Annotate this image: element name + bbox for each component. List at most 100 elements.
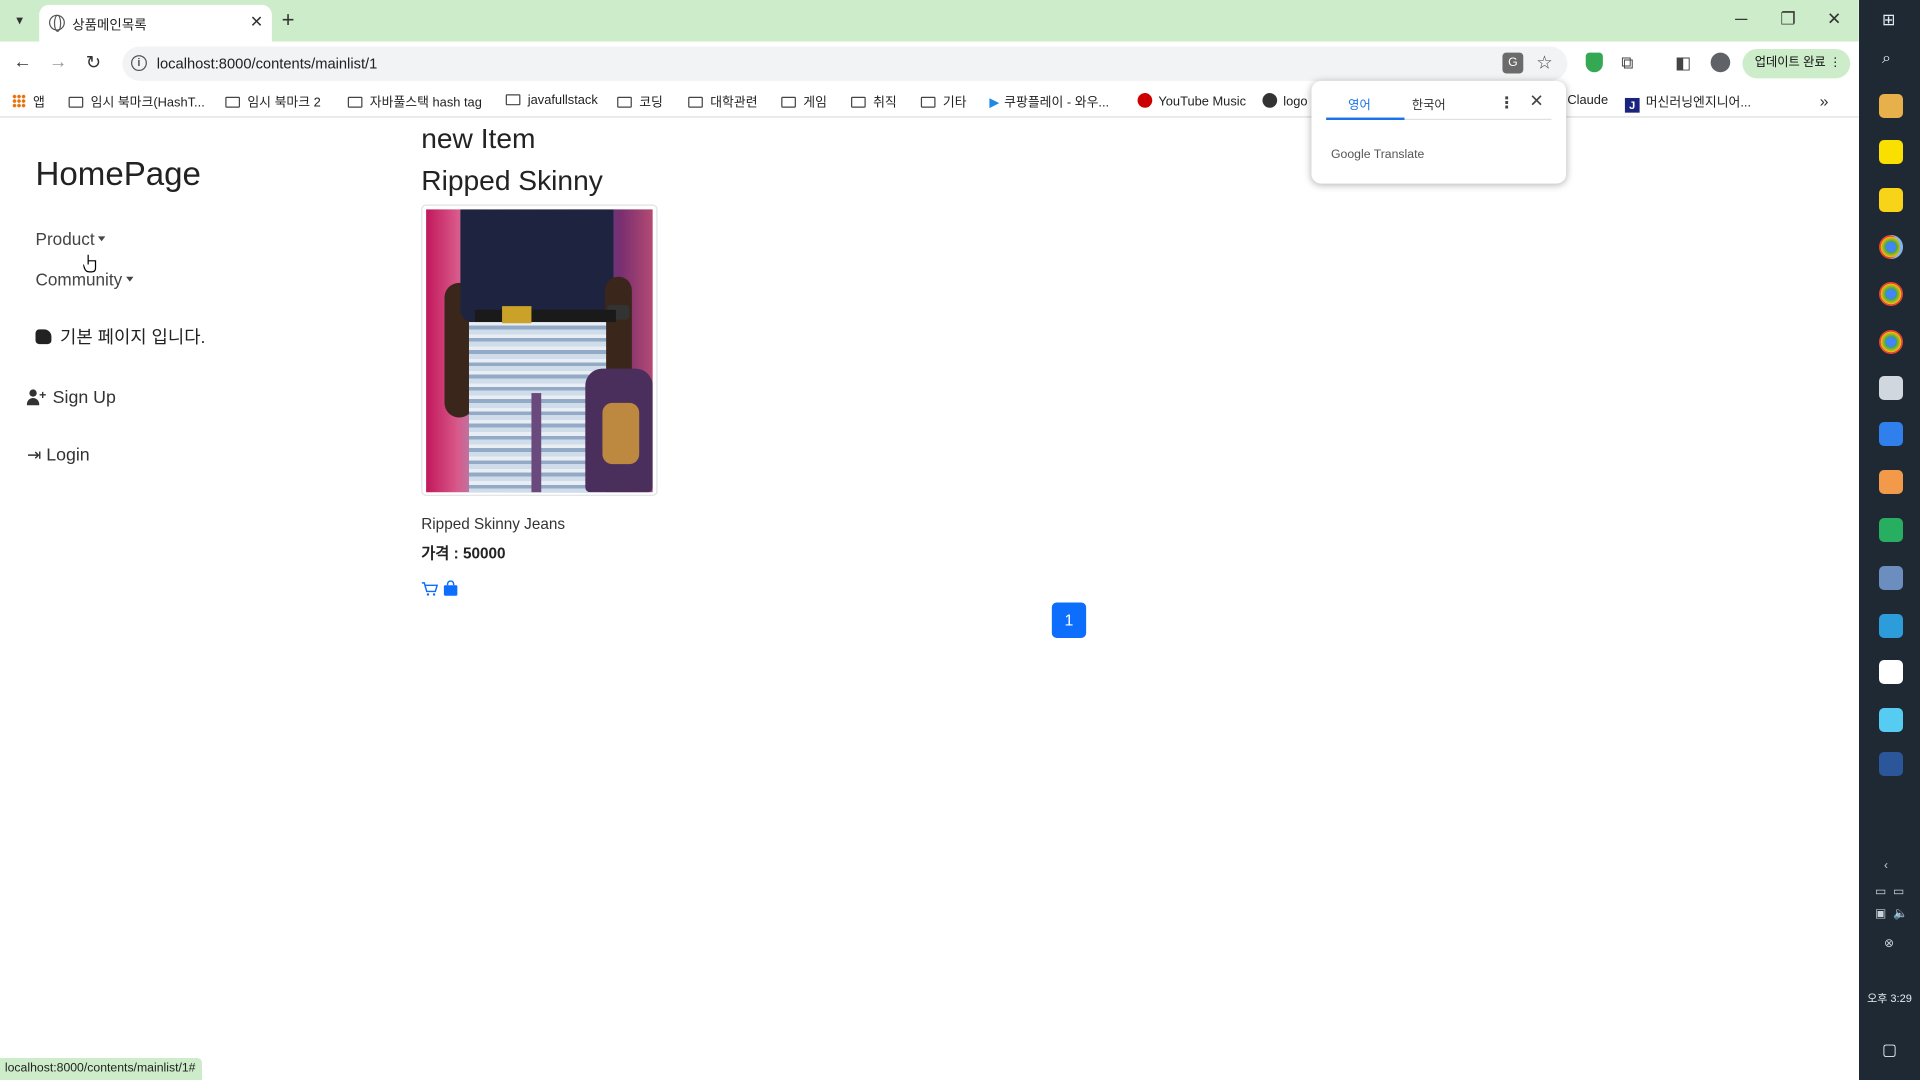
address-url[interactable]: localhost:8000/contents/mainlist/1 <box>157 55 378 72</box>
more-bookmarks-icon[interactable]: » <box>1820 92 1829 110</box>
translate-more-icon[interactable]: ⋮ <box>1499 93 1515 113</box>
bookmark-folder[interactable]: 게임 <box>781 93 827 111</box>
page-content: HomePage Product Community 기본 페이지 입니다. +… <box>0 118 1859 1080</box>
bookmark-logo[interactable]: logo <box>1262 93 1308 109</box>
translate-popup: 영어 한국어 ⋮ ✕ Google Translate <box>1311 80 1567 184</box>
shopping-bag-icon[interactable] <box>443 580 458 596</box>
close-tab-icon[interactable]: ✕ <box>250 12 263 32</box>
tab-strip: ▾ 상품메인목록 ✕ + ─ ❐ ✕ <box>0 0 1859 42</box>
product-dropdown[interactable]: Product <box>36 229 106 249</box>
pagination-page-1[interactable]: 1 <box>1051 602 1087 638</box>
product-image[interactable] <box>426 209 653 493</box>
login-icon: ⇥ <box>26 444 42 465</box>
bookmark-youtube-music[interactable]: YouTube Music <box>1137 93 1246 109</box>
shield-extension-icon[interactable] <box>1585 52 1603 73</box>
translate-icon[interactable]: G <box>1502 52 1524 74</box>
bookmark-folder[interactable]: 대학관련 <box>688 93 758 111</box>
windows-start-icon[interactable]: ⊞ <box>1882 10 1895 30</box>
file-explorer-icon[interactable] <box>1879 94 1903 118</box>
browser-toolbar: ← → ↻ i localhost:8000/contents/mainlist… <box>0 41 1859 86</box>
clock[interactable]: 오후 3:29 <box>1863 990 1916 1006</box>
folder-icon <box>851 96 866 108</box>
action-center-icon[interactable]: ▢ <box>1882 1040 1897 1060</box>
bookmark-claude[interactable]: Claude <box>1567 93 1608 108</box>
signup-link[interactable]: + Sign Up <box>26 388 116 408</box>
chevron-left-icon[interactable]: ‹ <box>1884 858 1888 872</box>
folder-icon <box>347 96 363 108</box>
minimize-button[interactable]: ─ <box>1735 9 1747 29</box>
chrome-icon[interactable] <box>1879 235 1903 259</box>
tray-icon[interactable]: ▭ <box>1875 884 1886 898</box>
layers-app-icon[interactable] <box>1879 518 1903 542</box>
tab-title: 상품메인목록 <box>72 18 147 34</box>
category-heading: Ripped Skinny <box>421 164 603 196</box>
bookmark-apps[interactable]: 앱 <box>12 93 45 111</box>
eraser-app-icon[interactable] <box>1879 708 1903 732</box>
vscode-icon[interactable] <box>1879 422 1903 446</box>
tray-icon-2[interactable]: ▭ <box>1893 884 1904 898</box>
word-icon[interactable] <box>1879 752 1903 776</box>
folder-icon <box>617 96 632 108</box>
address-bar[interactable]: i localhost:8000/contents/mainlist/1 G ☆ <box>122 46 1568 81</box>
globe-icon <box>1262 93 1278 108</box>
translate-target-tab[interactable]: 한국어 <box>1412 94 1446 112</box>
reload-button[interactable]: ↻ <box>86 51 101 74</box>
notification-status-icon[interactable]: ⊗ <box>1884 936 1894 950</box>
folder-icon <box>68 96 84 108</box>
login-link[interactable]: ⇥ Login <box>27 444 90 465</box>
bookmark-folder[interactable]: javafullstack <box>505 93 598 108</box>
sticky-notes-icon[interactable] <box>1879 188 1903 212</box>
network-app-icon[interactable] <box>1879 614 1903 638</box>
bookmark-folder[interactable]: 기타 <box>920 93 967 111</box>
notion-icon[interactable] <box>1879 660 1903 684</box>
bookmark-folder[interactable]: 코딩 <box>617 93 663 111</box>
folder-icon <box>781 96 796 108</box>
chrome-profile-icon[interactable] <box>1879 282 1903 306</box>
bookmark-star-icon[interactable]: ☆ <box>1536 51 1552 74</box>
folder-icon <box>505 94 521 106</box>
tab-search-button[interactable]: ▾ <box>7 9 31 33</box>
apps-grid-icon <box>12 94 26 108</box>
remote-desktop-icon[interactable] <box>1879 566 1903 590</box>
google-translate-brand: Google Translate <box>1331 148 1425 162</box>
site-info-icon[interactable]: i <box>131 55 147 72</box>
bookmark-coupang[interactable]: ▶ 쿠팡플레이 - 와우... <box>989 93 1109 111</box>
translate-source-tab[interactable]: 영어 <box>1348 94 1371 112</box>
translate-close-icon[interactable]: ✕ <box>1529 91 1543 112</box>
caret-down-icon <box>98 236 106 242</box>
chrome-profile-2-icon[interactable] <box>1879 330 1903 354</box>
active-tab-indicator <box>1326 117 1405 121</box>
restore-button[interactable]: ❐ <box>1780 9 1795 30</box>
new-tab-button[interactable]: + <box>282 7 295 31</box>
volume-icon[interactable]: 🔈 <box>1893 906 1908 920</box>
forward-button[interactable]: → <box>49 51 67 72</box>
update-button[interactable]: 업데이트 완료 ⋮ <box>1742 48 1851 79</box>
kakaotalk-icon[interactable] <box>1879 140 1903 164</box>
search-icon[interactable]: ⌕ <box>1882 50 1891 68</box>
bookmark-folder[interactable]: 임시 북마크 2 <box>225 93 321 111</box>
bookmark-ml-engineer[interactable]: J 머신러닝엔지니어... <box>1624 93 1751 113</box>
close-window-button[interactable]: ✕ <box>1827 9 1841 30</box>
home-note: 기본 페이지 입니다. <box>35 323 205 349</box>
profile-avatar[interactable] <box>1710 52 1731 73</box>
virtualbox-icon[interactable] <box>1879 376 1903 400</box>
extensions-icon[interactable]: ⧉ <box>1621 53 1633 74</box>
back-button[interactable]: ← <box>13 51 31 72</box>
bookmark-folder[interactable]: 임시 북마크(HashT... <box>68 93 205 111</box>
dog-icon <box>35 329 52 345</box>
caret-down-icon <box>125 276 134 282</box>
product-price: 가격 : 50000 <box>421 544 506 563</box>
side-panel-icon[interactable]: ◧ <box>1675 53 1691 74</box>
cart-icon[interactable] <box>421 582 439 597</box>
user-plus-icon: + <box>26 389 47 406</box>
app-window-icon[interactable] <box>1879 470 1903 494</box>
bookmark-folder[interactable]: 자바풀스택 hash tag <box>347 93 482 111</box>
browser-tab[interactable]: 상품메인목록 ✕ <box>39 4 272 42</box>
network-icon[interactable]: ▣ <box>1875 906 1886 920</box>
folder-icon <box>688 96 703 108</box>
browser-window: ▾ 상품메인목록 ✕ + ─ ❐ ✕ ← → ↻ i localhost:800… <box>0 0 1859 1080</box>
site-title[interactable]: HomePage <box>36 156 201 194</box>
product-name[interactable]: Ripped Skinny Jeans <box>421 516 565 533</box>
product-card[interactable] <box>421 204 658 496</box>
bookmark-folder[interactable]: 취직 <box>851 93 897 111</box>
